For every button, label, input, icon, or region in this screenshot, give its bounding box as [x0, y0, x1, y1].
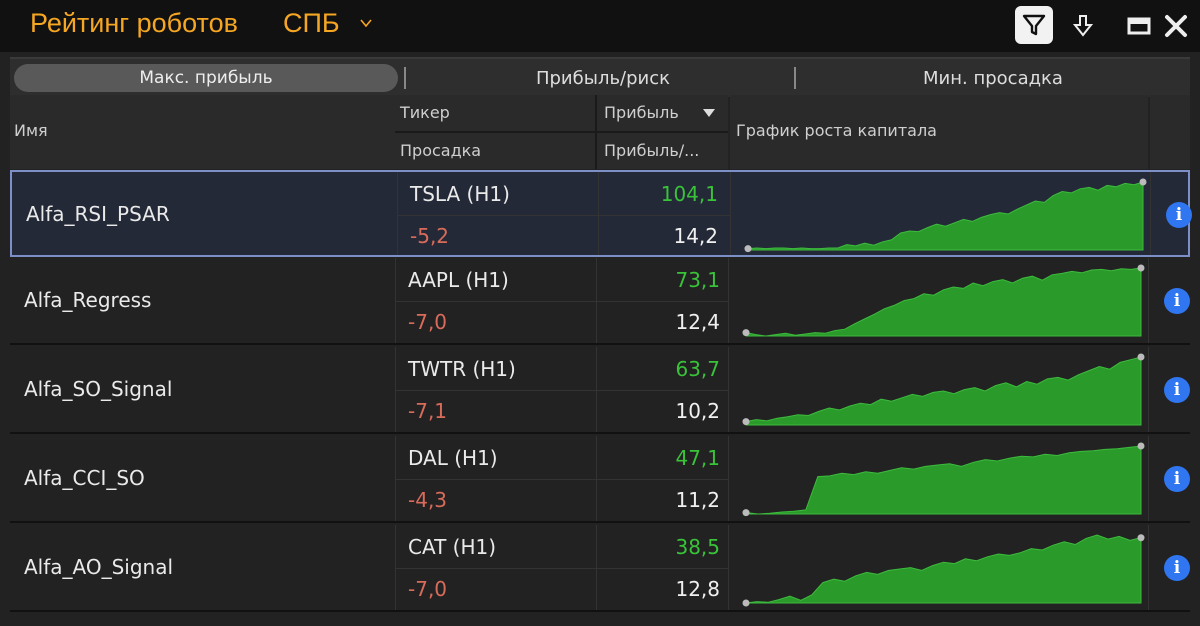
column-header-name[interactable]: Имя — [10, 95, 395, 169]
info-icon[interactable]: i — [1166, 202, 1192, 228]
sort-desc-icon — [703, 109, 715, 117]
column-divider — [598, 172, 599, 255]
profit-risk-value: 10,2 — [675, 399, 720, 423]
column-divider — [728, 347, 729, 432]
profit-value: 104,1 — [660, 182, 718, 206]
drawdown-value: -7,0 — [408, 310, 448, 334]
profit-risk-value: 12,8 — [675, 577, 720, 601]
equity-area — [745, 267, 1142, 337]
start-point — [742, 599, 750, 607]
start-point — [742, 509, 750, 517]
window-title: Рейтинг роботов — [30, 8, 238, 38]
row-divider — [395, 301, 728, 302]
equity-sparkline — [742, 442, 1145, 517]
equity-sparkline — [742, 264, 1145, 337]
close-button[interactable] — [1157, 7, 1195, 45]
profit-risk-value: 12,4 — [675, 310, 720, 334]
header-ticker[interactable]: Тикер — [400, 103, 450, 122]
end-point — [1137, 353, 1145, 361]
robot-name: Alfa_AO_Signal — [24, 555, 174, 579]
end-point — [1139, 178, 1147, 186]
tab-divider — [404, 67, 406, 89]
drawdown-value: -5,2 — [410, 224, 450, 248]
column-divider — [728, 525, 729, 610]
drawdown-value: -7,1 — [408, 399, 448, 423]
row-divider — [395, 568, 728, 569]
info-icon[interactable]: i — [1164, 555, 1190, 581]
equity-sparkline — [742, 353, 1145, 426]
sort-tabs: Макс. прибыль Прибыль/риск Мин. просадка — [10, 57, 1190, 97]
minimize-icon — [1127, 17, 1151, 35]
equity-area — [747, 181, 1144, 251]
header-divider — [595, 95, 597, 169]
filter-icon — [1022, 14, 1046, 36]
column-divider — [397, 172, 398, 255]
profit-risk-value: 14,2 — [673, 224, 718, 248]
market-selector[interactable]: СПБ — [283, 8, 340, 39]
drawdown-value: -4,3 — [408, 488, 448, 512]
end-point — [1137, 534, 1145, 542]
download-button[interactable] — [1064, 7, 1102, 45]
table-row[interactable]: Alfa_SO_Signal TWTR (H1) -7,1 63,7 10,2 … — [10, 347, 1190, 434]
robot-name: Alfa_CCI_SO — [24, 466, 145, 490]
robot-name: Alfa_Regress — [24, 288, 152, 312]
equity-area — [745, 534, 1142, 604]
column-header-chart[interactable]: График роста капитала — [730, 95, 1148, 169]
ticker-value: AAPL (H1) — [408, 268, 509, 292]
robot-name: Alfa_RSI_PSAR — [26, 202, 170, 226]
info-icon[interactable]: i — [1164, 377, 1190, 403]
profit-risk-value: 11,2 — [675, 488, 720, 512]
table-row[interactable]: Alfa_RSI_PSAR TSLA (H1) -5,2 104,1 14,2 … — [10, 170, 1192, 257]
header-drawdown[interactable]: Просадка — [400, 141, 481, 160]
equity-sparkline — [744, 178, 1147, 253]
ticker-value: CAT (H1) — [408, 535, 497, 559]
column-header-info — [1150, 95, 1190, 169]
profit-value: 38,5 — [675, 535, 720, 559]
tab-min-drawdown[interactable]: Мин. просадка — [800, 59, 1186, 97]
end-point — [1137, 442, 1145, 450]
row-divider — [397, 215, 730, 216]
download-icon — [1072, 15, 1094, 37]
title-bar: Рейтинг роботов СПБ — [0, 0, 1200, 52]
start-point — [742, 329, 750, 337]
equity-sparkline — [742, 534, 1145, 607]
filter-button[interactable] — [1015, 6, 1053, 44]
chevron-down-icon[interactable] — [360, 17, 372, 29]
equity-area — [745, 445, 1142, 515]
row-divider — [395, 479, 728, 480]
header-profit[interactable]: Прибыль — [604, 103, 679, 122]
robot-rating-window: Рейтинг роботов СПБ Макс. прибыль Прибыл… — [0, 0, 1200, 626]
tab-divider — [794, 67, 796, 89]
header-chart-label: График роста капитала — [736, 121, 937, 140]
column-divider — [730, 172, 731, 255]
table-row[interactable]: Alfa_CCI_SO DAL (H1) -4,3 47,1 11,2 i — [10, 436, 1190, 523]
ticker-value: TWTR (H1) — [408, 357, 516, 381]
table-row[interactable]: Alfa_AO_Signal CAT (H1) -7,0 38,5 12,8 i — [10, 525, 1190, 612]
equity-area — [745, 356, 1142, 426]
close-icon — [1165, 15, 1187, 37]
start-point — [744, 245, 752, 253]
tab-max-profit[interactable]: Макс. прибыль — [14, 64, 398, 92]
table-row[interactable]: Alfa_Regress AAPL (H1) -7,0 73,1 12,4 i — [10, 258, 1190, 345]
profit-value: 47,1 — [675, 446, 720, 470]
ticker-value: DAL (H1) — [408, 446, 498, 470]
column-divider — [728, 436, 729, 521]
tab-profit-risk[interactable]: Прибыль/риск — [410, 59, 796, 97]
row-divider — [395, 390, 728, 391]
profit-value: 73,1 — [675, 268, 720, 292]
end-point — [1137, 264, 1145, 272]
minimize-button[interactable] — [1120, 7, 1158, 45]
header-name-label: Имя — [14, 121, 48, 140]
header-ratio[interactable]: Прибыль/... — [604, 141, 699, 160]
start-point — [742, 418, 750, 426]
info-icon[interactable]: i — [1164, 288, 1190, 314]
drawdown-value: -7,0 — [408, 577, 448, 601]
header-divider — [395, 131, 728, 133]
column-divider — [728, 258, 729, 343]
robot-name: Alfa_SO_Signal — [24, 377, 173, 401]
ticker-value: TSLA (H1) — [410, 182, 510, 206]
profit-value: 63,7 — [675, 357, 720, 381]
info-icon[interactable]: i — [1164, 466, 1190, 492]
column-header-group: Тикер Просадка Прибыль Прибыль/... — [395, 95, 728, 169]
